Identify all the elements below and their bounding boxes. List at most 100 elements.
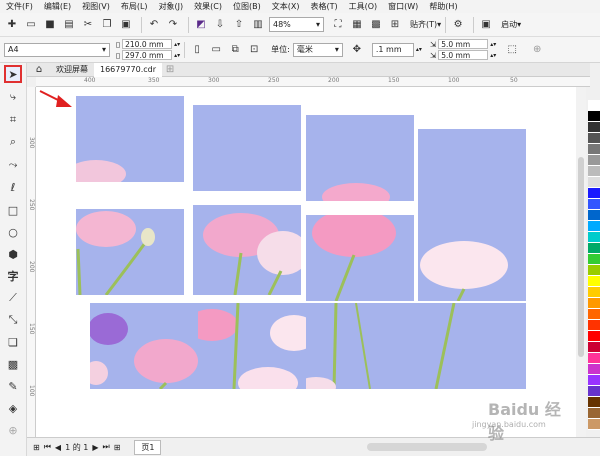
spinner-icon[interactable]: ▴▾ xyxy=(174,41,180,48)
spinner-icon[interactable]: ▴▾ xyxy=(490,41,496,48)
print-icon[interactable]: ▤ xyxy=(61,17,77,33)
bleed-icon[interactable]: ⬚ xyxy=(504,42,520,58)
crop-tool-icon[interactable]: ⌗ xyxy=(4,111,22,129)
color-swatch[interactable] xyxy=(588,232,600,243)
import-icon[interactable]: ⇩ xyxy=(212,17,228,33)
cut-icon[interactable]: ✂ xyxy=(80,17,96,33)
export-icon[interactable]: ⇧ xyxy=(231,17,247,33)
color-swatch[interactable] xyxy=(588,243,600,254)
ellipse-tool-icon[interactable]: ○ xyxy=(4,223,22,241)
color-swatch[interactable] xyxy=(588,199,600,210)
connector-tool-icon[interactable]: ⟋ xyxy=(4,289,22,307)
color-swatch[interactable] xyxy=(588,122,600,133)
menu-effects[interactable]: 效果(C) xyxy=(194,1,222,12)
color-swatch[interactable] xyxy=(588,331,600,342)
launch-dropdown[interactable]: 启动 ▾ xyxy=(501,19,521,30)
snap-to-dropdown[interactable]: 贴齐(T) ▾ xyxy=(410,19,441,30)
color-swatch[interactable] xyxy=(588,276,600,287)
landscape-icon[interactable]: ▭ xyxy=(208,42,224,58)
show-grid-icon[interactable]: ▩ xyxy=(368,17,384,33)
menu-view[interactable]: 视图(V) xyxy=(82,1,110,12)
prev-page-icon[interactable]: ◀ xyxy=(55,443,61,452)
menu-help[interactable]: 帮助(H) xyxy=(429,1,457,12)
color-swatch[interactable] xyxy=(588,353,600,364)
copy-icon[interactable]: ❐ xyxy=(99,17,115,33)
menu-table[interactable]: 表格(T) xyxy=(310,1,337,12)
duplicate-y-field[interactable]: 5.0 mm xyxy=(438,50,489,60)
color-swatch[interactable] xyxy=(588,155,600,166)
image-tile[interactable] xyxy=(193,105,301,191)
color-swatch[interactable] xyxy=(588,166,600,177)
color-swatch[interactable] xyxy=(588,221,600,232)
image-tile[interactable] xyxy=(198,303,306,389)
first-page-icon[interactable]: ⏮ xyxy=(44,442,51,452)
transparency-tool-icon[interactable]: ▩ xyxy=(4,355,22,373)
open-folder-icon[interactable]: ▭ xyxy=(23,17,39,33)
fill-tool-icon[interactable]: ◈ xyxy=(4,399,22,417)
color-swatch[interactable] xyxy=(588,100,600,111)
paste-icon[interactable]: ▣ xyxy=(118,17,134,33)
zoom-tool-icon[interactable]: ⌕ xyxy=(4,133,22,151)
add-preset-icon[interactable]: ⊕ xyxy=(529,42,545,58)
color-swatch[interactable] xyxy=(588,309,600,320)
menu-bitmaps[interactable]: 位图(B) xyxy=(233,1,261,12)
tab-welcome-screen[interactable]: 欢迎屏幕 xyxy=(50,63,94,77)
color-swatch[interactable] xyxy=(588,298,600,309)
page-tab[interactable]: 页1 xyxy=(134,439,162,455)
next-page-icon[interactable]: ▶ xyxy=(92,443,98,452)
search-content-icon[interactable]: ◩ xyxy=(193,17,209,33)
vertical-scroll-thumb[interactable] xyxy=(578,157,584,357)
vertical-ruler[interactable]: 300 250 200 150 100 xyxy=(27,87,36,437)
color-swatch[interactable] xyxy=(588,342,600,353)
color-swatch[interactable] xyxy=(588,375,600,386)
add-page-icon[interactable]: ⊞ xyxy=(33,443,40,452)
image-tile[interactable] xyxy=(418,215,526,301)
rectangle-tool-icon[interactable]: □ xyxy=(4,201,22,219)
image-tile[interactable] xyxy=(414,303,526,389)
shadow-tool-icon[interactable]: ❏ xyxy=(4,333,22,351)
full-screen-icon[interactable]: ⛶ xyxy=(330,17,346,33)
shape-tool-icon[interactable]: ⤷ xyxy=(4,88,22,106)
horizontal-ruler[interactable]: 400 350 300 250 200 150 100 50 xyxy=(36,77,590,87)
show-rulers-icon[interactable]: ▦ xyxy=(349,17,365,33)
color-swatch[interactable] xyxy=(588,386,600,397)
color-swatch[interactable] xyxy=(588,144,600,155)
image-tile[interactable] xyxy=(76,209,184,295)
pick-tool-icon[interactable]: ➤ xyxy=(4,65,22,83)
color-swatch[interactable] xyxy=(588,254,600,265)
image-tile[interactable] xyxy=(90,303,198,389)
color-swatch[interactable] xyxy=(588,419,600,430)
drawing-canvas[interactable] xyxy=(36,87,576,437)
image-tile[interactable] xyxy=(306,115,414,201)
last-page-icon[interactable]: ⏭ xyxy=(102,442,109,452)
page-width-field[interactable]: 210.0 mm xyxy=(122,39,173,49)
freehand-tool-icon[interactable]: ⤳ xyxy=(4,156,22,174)
color-swatch[interactable] xyxy=(588,177,600,188)
spinner-icon[interactable]: ▴▾ xyxy=(416,46,422,53)
horizontal-scrollbar[interactable] xyxy=(367,443,487,451)
color-swatch[interactable] xyxy=(588,364,600,375)
color-swatch[interactable] xyxy=(588,408,600,419)
color-swatch[interactable] xyxy=(588,397,600,408)
paper-size-select[interactable]: A4 ▾ xyxy=(4,42,110,57)
text-tool-icon[interactable]: 字 xyxy=(4,267,22,285)
eyedropper-tool-icon[interactable]: ✎ xyxy=(4,377,22,395)
show-guidelines-icon[interactable]: ⊞ xyxy=(387,17,403,33)
color-swatch[interactable] xyxy=(588,265,600,276)
save-icon[interactable]: ■ xyxy=(42,17,58,33)
page-height-field[interactable]: 297.0 mm xyxy=(122,50,173,60)
color-swatch[interactable] xyxy=(588,133,600,144)
image-tile[interactable] xyxy=(193,205,301,295)
spinner-icon[interactable]: ▴▾ xyxy=(174,52,180,59)
image-tile[interactable] xyxy=(418,129,526,215)
blend-tool-icon[interactable]: ⤡ xyxy=(4,311,22,329)
menu-edit[interactable]: 编辑(E) xyxy=(44,1,71,12)
home-icon[interactable]: ⌂ xyxy=(31,62,47,78)
current-page-icon[interactable]: ⊡ xyxy=(246,42,262,58)
vertical-scrollbar[interactable] xyxy=(576,87,586,437)
menu-tools[interactable]: 工具(O) xyxy=(349,1,378,12)
color-swatch[interactable] xyxy=(588,287,600,298)
tab-document[interactable]: 16679770.cdr xyxy=(94,62,163,77)
redo-icon[interactable]: ↷ xyxy=(165,17,181,33)
add-page-end-icon[interactable]: ⊞ xyxy=(114,443,121,452)
